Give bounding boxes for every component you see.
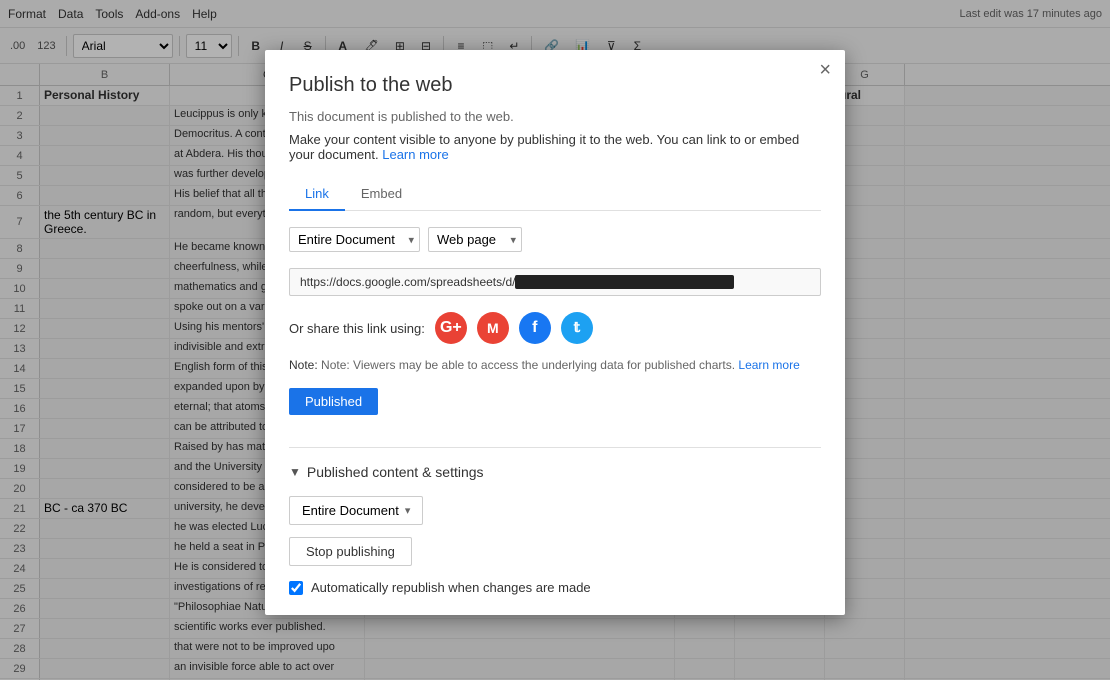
share-row: Or share this link using: G+ M f 𝕥 [289, 312, 821, 344]
share-facebook-button[interactable]: f [519, 312, 551, 344]
document-scope-select[interactable]: Entire Document [289, 227, 420, 252]
stop-publishing-button[interactable]: Stop publishing [289, 537, 412, 566]
auto-republish-row: Automatically republish when changes are… [289, 580, 821, 595]
url-redacted: ■■■■■■■■■■■■■■■■■■■■■■■■■■■■■ [515, 275, 733, 289]
modal-note: Note: Note: Viewers may be able to acces… [289, 358, 821, 372]
tab-link[interactable]: Link [289, 178, 345, 211]
modal-status-text: This document is published to the web. [289, 109, 821, 124]
share-twitter-button[interactable]: 𝕥 [561, 312, 593, 344]
published-url-box[interactable]: https://docs.google.com/spreadsheets/d/■… [289, 268, 821, 296]
publish-to-web-modal: × Publish to the web This document is pu… [265, 50, 845, 615]
published-content-section-header[interactable]: ▼ Published content & settings [289, 464, 821, 480]
modal-description: Make your content visible to anyone by p… [289, 132, 821, 162]
published-status-button[interactable]: Published [289, 388, 378, 415]
section-document-dropdown[interactable]: Entire Document [289, 496, 423, 525]
modal-close-button[interactable]: × [819, 60, 831, 80]
document-scope-wrapper: Entire Document [289, 227, 420, 252]
tab-embed[interactable]: Embed [345, 178, 418, 211]
section-divider [289, 447, 821, 448]
format-type-select[interactable]: Web page [428, 227, 522, 252]
learn-more-link-1[interactable]: Learn more [382, 147, 448, 162]
share-google-plus-button[interactable]: G+ [435, 312, 467, 344]
modal-overlay: × Publish to the web This document is pu… [0, 0, 1110, 680]
url-prefix: https://docs.google.com/spreadsheets/d/ [300, 275, 515, 289]
modal-tabs: Link Embed [289, 178, 821, 211]
modal-title: Publish to the web [289, 74, 821, 97]
note-learn-more-link[interactable]: Learn more [738, 358, 799, 372]
share-label: Or share this link using: [289, 321, 425, 336]
dropdown-row: Entire Document Web page [289, 227, 821, 252]
auto-republish-checkbox[interactable] [289, 581, 303, 595]
share-gmail-button[interactable]: M [477, 312, 509, 344]
format-type-wrapper: Web page [428, 227, 522, 252]
section-arrow-icon: ▼ [289, 465, 301, 479]
auto-republish-label: Automatically republish when changes are… [311, 580, 591, 595]
published-content-label: Published content & settings [307, 464, 484, 480]
